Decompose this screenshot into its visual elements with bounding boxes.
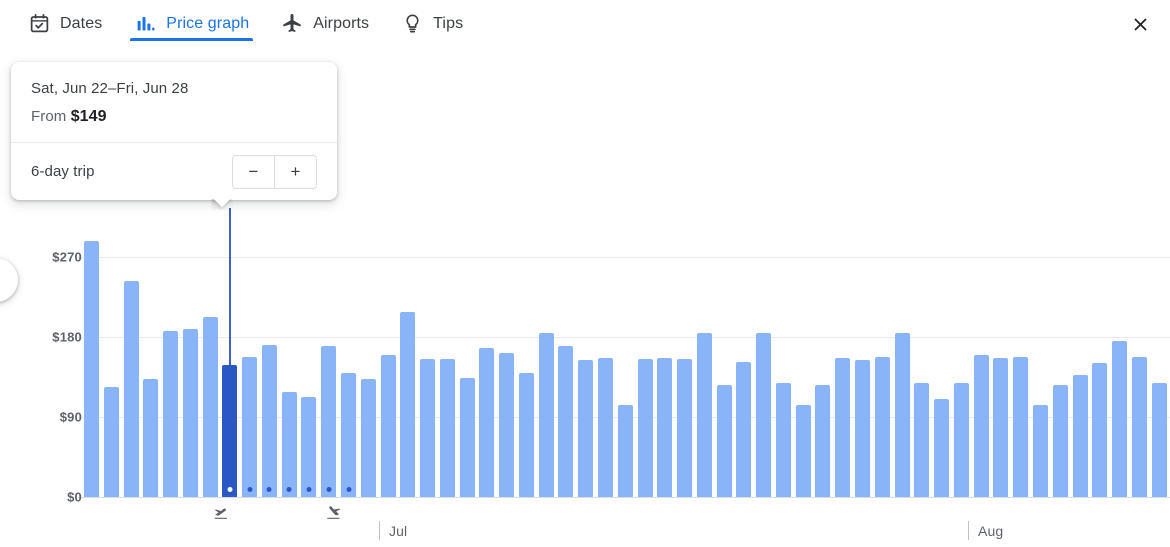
flight-land-icon xyxy=(321,503,345,523)
bar[interactable] xyxy=(993,358,1009,497)
bar[interactable] xyxy=(123,281,139,497)
bar[interactable] xyxy=(558,345,574,497)
bar[interactable] xyxy=(716,385,732,497)
bar[interactable] xyxy=(242,357,258,497)
bar[interactable] xyxy=(855,360,871,497)
bar[interactable] xyxy=(934,399,950,497)
bar[interactable] xyxy=(163,330,179,497)
tooltip-price-row: From $149 xyxy=(31,108,317,126)
month-label: Jul xyxy=(379,521,407,540)
bar[interactable] xyxy=(518,372,534,497)
bar[interactable] xyxy=(795,404,811,497)
bar[interactable] xyxy=(973,354,989,497)
bar[interactable] xyxy=(479,347,495,497)
trip-day-dot xyxy=(346,487,351,492)
bar[interactable] xyxy=(400,312,416,497)
bar[interactable] xyxy=(874,357,890,497)
tooltip-connector-line xyxy=(228,208,231,365)
bar[interactable] xyxy=(103,386,119,497)
y-axis-tick-label: $180 xyxy=(52,329,82,345)
bar[interactable] xyxy=(202,316,218,497)
bar[interactable] xyxy=(143,378,159,497)
bar[interactable] xyxy=(1131,357,1147,497)
bar[interactable] xyxy=(1072,375,1088,497)
bar[interactable] xyxy=(1092,362,1108,497)
bar[interactable] xyxy=(637,359,653,497)
bar[interactable] xyxy=(499,353,515,497)
tooltip-from-label: From xyxy=(31,108,67,125)
tooltip-arrow xyxy=(211,199,233,210)
trip-day-dot xyxy=(306,487,312,492)
trip-day-dot xyxy=(247,487,253,492)
bar[interactable] xyxy=(775,383,791,497)
bar[interactable] xyxy=(677,359,693,497)
selected-day-dot xyxy=(227,487,233,492)
bar[interactable] xyxy=(953,383,969,497)
trip-day-dot xyxy=(266,487,272,492)
bar[interactable] xyxy=(341,372,356,497)
bar[interactable] xyxy=(578,360,594,497)
bar[interactable] xyxy=(756,332,772,497)
month-label: Aug xyxy=(968,521,1003,540)
bar[interactable] xyxy=(598,358,614,497)
bar[interactable] xyxy=(1151,383,1167,497)
bar[interactable] xyxy=(420,359,436,497)
flight-takeoff-icon xyxy=(210,503,234,523)
y-axis-tick-label: $0 xyxy=(67,489,82,505)
tooltip-date-range: Sat, Jun 22–Fri, Jun 28 xyxy=(31,80,189,97)
bar[interactable] xyxy=(835,358,851,497)
bar[interactable] xyxy=(894,332,910,497)
month-tick xyxy=(968,521,969,540)
bar[interactable] xyxy=(321,345,337,497)
bar[interactable] xyxy=(84,241,99,497)
bar[interactable] xyxy=(657,358,673,497)
decrease-duration-button[interactable]: − xyxy=(233,155,274,188)
tooltip-price: $149 xyxy=(70,108,107,125)
bar[interactable] xyxy=(360,378,376,497)
bar[interactable] xyxy=(459,377,475,497)
bar[interactable] xyxy=(1013,356,1029,497)
increase-duration-button[interactable]: + xyxy=(275,155,316,188)
month-tick xyxy=(379,521,380,540)
price-tooltip-card: Sat, Jun 22–Fri, Jun 28 From $149 6-day … xyxy=(11,62,337,200)
trip-duration-label: 6-day trip xyxy=(31,163,95,180)
tooltip-duration-row: 6-day trip − + xyxy=(11,143,337,200)
month-label-text: Jul xyxy=(389,522,408,539)
bar[interactable] xyxy=(538,332,554,497)
bar[interactable] xyxy=(617,405,633,497)
bar[interactable] xyxy=(261,345,277,497)
month-label-text: Aug xyxy=(978,522,1004,539)
bar[interactable] xyxy=(301,397,317,497)
bar[interactable] xyxy=(1112,340,1128,497)
price-graph-panel: Dates Price graph Airports Tips $0 $90 $… xyxy=(0,0,1170,547)
bar[interactable] xyxy=(1032,404,1048,497)
trip-duration-stepper: − + xyxy=(232,154,317,189)
tooltip-summary: Sat, Jun 22–Fri, Jun 28 From $149 xyxy=(11,62,337,143)
bar[interactable] xyxy=(182,329,198,497)
y-axis-tick-label: $270 xyxy=(52,249,82,265)
bar[interactable] xyxy=(380,354,396,497)
bar[interactable] xyxy=(736,361,752,497)
bar-selected[interactable] xyxy=(222,364,238,497)
bar[interactable] xyxy=(696,332,712,497)
bar[interactable] xyxy=(281,392,297,497)
y-axis-tick-label: $90 xyxy=(59,409,82,425)
bar[interactable] xyxy=(815,385,831,497)
bar[interactable] xyxy=(439,359,455,497)
bar[interactable] xyxy=(1052,385,1068,497)
trip-day-dot xyxy=(326,487,332,492)
bar[interactable] xyxy=(914,383,930,497)
trip-day-dot xyxy=(286,487,292,492)
